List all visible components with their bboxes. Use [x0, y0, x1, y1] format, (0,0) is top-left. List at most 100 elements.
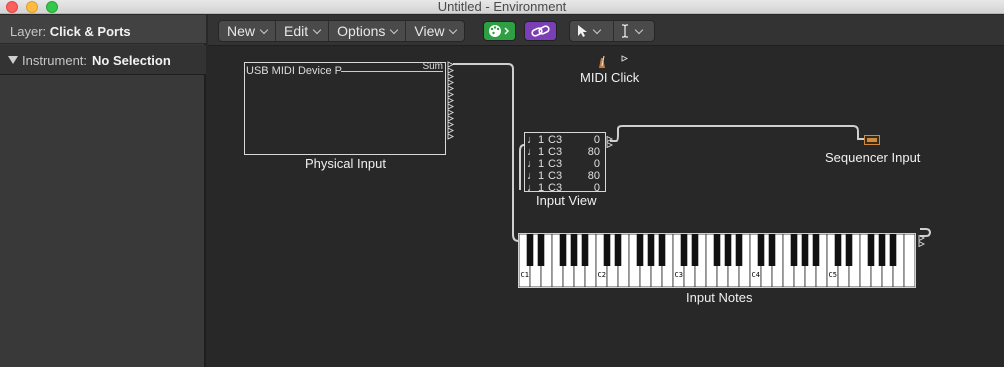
- black-key[interactable]: [790, 234, 798, 266]
- midi-thru-button[interactable]: [483, 21, 516, 41]
- palette-icon: [489, 25, 510, 37]
- row-channel: 1: [538, 170, 545, 182]
- device-name: USB MIDI Device P: [246, 65, 342, 77]
- black-key[interactable]: [559, 234, 567, 266]
- physical-input-object[interactable]: USB MIDI Device P Sum: [244, 61, 446, 155]
- row-note: C3: [548, 134, 563, 146]
- pointer-icon: [578, 25, 587, 37]
- white-key[interactable]: [903, 233, 916, 288]
- note-icon: ♩: [527, 170, 538, 182]
- chevron-down-icon: [634, 25, 644, 35]
- octave-label: C1: [521, 271, 529, 279]
- note-icon: ♩: [527, 146, 538, 158]
- midi-click-label: MIDI Click: [580, 70, 640, 85]
- input-view-label: Input View: [536, 193, 597, 208]
- instrument-section[interactable]: Instrument: No Selection: [0, 45, 206, 75]
- black-key[interactable]: [537, 234, 545, 266]
- input-view-row: ♩ 1 C3 80: [526, 146, 604, 158]
- pointer-tool-menu[interactable]: [570, 21, 614, 41]
- text-cursor-icon: [622, 24, 628, 38]
- black-key[interactable]: [801, 234, 809, 266]
- cable-physical-to-keyboard: [453, 63, 520, 242]
- output-ports-icon: [447, 61, 455, 140]
- sequencer-input-label: Sequencer Input: [825, 150, 921, 165]
- edit-menu[interactable]: Edit: [276, 21, 330, 41]
- title-bar: Untitled - Environment: [0, 0, 1004, 14]
- black-key[interactable]: [889, 234, 897, 266]
- view-menu[interactable]: View: [406, 21, 464, 41]
- row-value: 0: [593, 158, 600, 170]
- keyboard-ports[interactable]: [918, 235, 926, 247]
- layer-value: Click & Ports: [49, 24, 131, 39]
- link-icon: [531, 25, 550, 37]
- note-icon: ♩: [527, 134, 538, 146]
- new-menu[interactable]: New: [219, 21, 277, 41]
- chevron-down-icon: [259, 25, 269, 35]
- chevron-down-icon: [312, 25, 322, 35]
- disclosure-triangle-icon[interactable]: [8, 56, 18, 64]
- black-key[interactable]: [647, 234, 655, 266]
- chevron-down-icon: [449, 25, 458, 35]
- environment-canvas[interactable]: USB MIDI Device P Sum Physical Input MID…: [208, 47, 1004, 367]
- row-note: C3: [548, 170, 563, 182]
- row-value: 80: [587, 170, 600, 182]
- sequencer-input-icon[interactable]: [864, 135, 880, 145]
- instrument-value: No Selection: [92, 53, 171, 68]
- black-key[interactable]: [680, 234, 688, 266]
- layer-selector[interactable]: Layer: Click & Ports: [0, 15, 206, 44]
- input-view-row: ♩ 1 C3 0: [526, 134, 604, 146]
- octave-label: C5: [829, 271, 837, 279]
- black-key[interactable]: [713, 234, 721, 266]
- row-note: C3: [548, 146, 563, 158]
- environment-toolbar: New Edit Options View: [208, 15, 1004, 46]
- midi-click-port-icon[interactable]: [621, 55, 628, 62]
- row-channel: 1: [538, 146, 545, 158]
- black-key[interactable]: [570, 234, 578, 266]
- note-icon: ♩: [527, 158, 538, 170]
- text-tool-menu[interactable]: [614, 21, 654, 41]
- row-value: 80: [587, 146, 600, 158]
- input-notes-label: Input Notes: [686, 290, 753, 305]
- new-menu-label: New: [227, 23, 256, 39]
- black-key[interactable]: [658, 234, 666, 266]
- physical-input-ports[interactable]: [447, 61, 455, 142]
- chevron-down-icon: [592, 25, 602, 35]
- row-value: 0: [593, 134, 600, 146]
- sum-port-label: Sum: [422, 61, 443, 72]
- keyboard-keys: C1 C2 C3 C4 C5: [518, 233, 916, 288]
- metronome-icon[interactable]: [596, 55, 608, 69]
- black-key[interactable]: [812, 234, 820, 266]
- black-key[interactable]: [834, 234, 842, 266]
- black-key[interactable]: [757, 234, 765, 266]
- row-note: C3: [548, 158, 563, 170]
- cable-view-to-sequencer: [610, 125, 864, 142]
- black-key[interactable]: [724, 234, 732, 266]
- physical-input-label: Physical Input: [305, 156, 386, 171]
- row-channel: 1: [538, 158, 545, 170]
- octave-label: C4: [752, 271, 760, 279]
- instrument-label: Instrument:: [22, 53, 88, 68]
- black-key[interactable]: [691, 234, 699, 266]
- inspector-panel: Layer: Click & Ports Instrument: No Selec…: [0, 15, 206, 367]
- black-key[interactable]: [636, 234, 644, 266]
- link-button[interactable]: [524, 21, 557, 41]
- input-view-object[interactable]: ♩ 1 C3 0 ♩ 1 C3 80 ♩ 1 C3 0 ♩ 1 C3 80 ♩ 1 C3 0: [524, 132, 606, 194]
- input-view-row: ♩ 1 C3 0: [526, 158, 604, 170]
- input-view-ports[interactable]: [606, 136, 614, 148]
- black-key[interactable]: [614, 234, 622, 266]
- black-key[interactable]: [526, 234, 534, 266]
- options-menu-label: Options: [337, 23, 386, 39]
- black-key[interactable]: [845, 234, 853, 266]
- black-key[interactable]: [735, 234, 743, 266]
- black-key[interactable]: [581, 234, 589, 266]
- edit-menu-label: Edit: [284, 23, 309, 39]
- black-key[interactable]: [878, 234, 886, 266]
- octave-label: C2: [598, 271, 606, 279]
- input-notes-keyboard[interactable]: C1 C2 C3 C4 C5: [518, 233, 916, 288]
- row-channel: 1: [538, 134, 545, 146]
- chevron-down-icon: [390, 25, 399, 35]
- options-menu[interactable]: Options: [329, 21, 407, 41]
- black-key[interactable]: [867, 234, 875, 266]
- black-key[interactable]: [768, 234, 776, 266]
- black-key[interactable]: [603, 234, 611, 266]
